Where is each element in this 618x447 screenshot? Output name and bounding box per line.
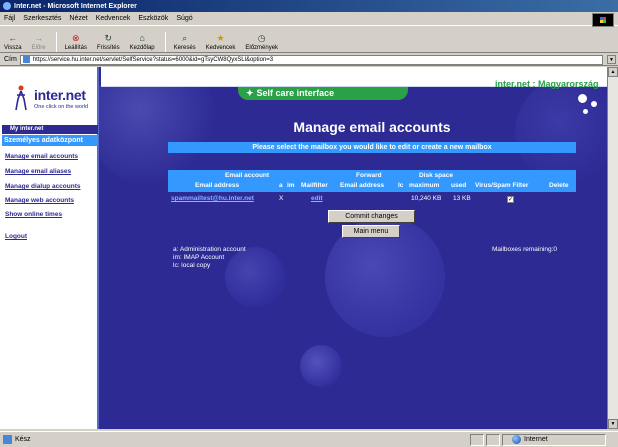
favorites-button[interactable]: ★ Kedvencek [206, 32, 236, 52]
window-title: Inter.net - Microsoft Internet Explorer [14, 2, 137, 10]
decor-dot [591, 101, 597, 107]
globe-icon [512, 435, 521, 444]
menu-favorites[interactable]: Kedvencek [96, 15, 131, 22]
legend-item: im: IMAP Account [173, 254, 225, 261]
selfcare-tab: ✦ Self care interface [238, 87, 408, 100]
menu-file[interactable]: Fájl [4, 15, 15, 22]
home-icon: ⌂ [139, 33, 145, 43]
address-dropdown-button[interactable]: ▼ [607, 55, 616, 64]
col-mailfilter: Mailfilter [301, 182, 328, 189]
sidebar: inter.net One click on the world My inte… [0, 67, 99, 429]
address-url: https://service.hu.inter.net/servlet/Sel… [32, 56, 274, 63]
my-internet-label: My inter.net [2, 125, 98, 134]
virus-spam-checkbox[interactable]: ✓ [507, 196, 514, 203]
page-icon [22, 56, 30, 63]
windows-logo-icon [592, 13, 614, 27]
refresh-button[interactable]: ↻ Frissítés [97, 32, 120, 52]
address-input[interactable]: https://service.hu.inter.net/servlet/Sel… [19, 54, 603, 65]
history-button[interactable]: ◷ Előzmények [245, 32, 278, 52]
col-used: used [451, 182, 467, 189]
cell-used: 13 KB [453, 195, 471, 202]
back-icon: ← [8, 33, 18, 43]
menu-bar: Fájl Szerkesztés Nézet Kedvencek Eszközö… [0, 12, 618, 26]
group-header-forward: Forward [356, 172, 382, 179]
toolbar: ← Vissza → Előre ⊗ Leállítás ↻ Frissítés… [0, 27, 618, 53]
logo-tagline: One click on the world [34, 104, 89, 110]
col-a: a [279, 182, 283, 189]
menu-help[interactable]: Súgó [176, 15, 192, 22]
group-header-disk-space: Disk space [419, 172, 453, 179]
status-panel [470, 434, 484, 446]
arrow-icon: ✦ [246, 88, 254, 98]
status-bar: Kész Internet [0, 431, 618, 447]
favorites-icon: ★ [216, 32, 225, 43]
nav-manage-email-accounts[interactable]: Manage email accounts [5, 153, 78, 160]
decor-dot [583, 109, 588, 114]
mailboxes-remaining: Mailboxes remaining:0 [492, 246, 558, 253]
commit-changes-button[interactable]: Commit changes [328, 210, 415, 223]
page-icon [3, 435, 12, 444]
col-forward-email: Email address [340, 182, 385, 189]
legend: a: Administration account im: IMAP Accou… [173, 246, 246, 270]
home-button[interactable]: ⌂ Kezdőlap [130, 32, 155, 52]
main-menu-button[interactable]: Main menu [342, 225, 400, 238]
cell-maximum: 10,240 KB [411, 195, 442, 202]
refresh-icon: ↻ [104, 32, 113, 43]
address-bar: Cím https://service.hu.inter.net/servlet… [0, 54, 618, 66]
cell-im: X [279, 195, 284, 202]
menu-tools[interactable]: Eszközök [138, 15, 168, 22]
title-bar: Inter.net - Microsoft Internet Explorer [0, 0, 618, 12]
status-panel [486, 434, 500, 446]
scroll-up-icon[interactable]: ▲ [608, 67, 618, 77]
group-header-email-account: Email account [225, 172, 270, 179]
nav-logout[interactable]: Logout [5, 233, 27, 240]
ie-logo-icon [3, 2, 11, 10]
mailfilter-edit-link[interactable]: edit [311, 195, 323, 202]
security-zone: Internet [512, 435, 548, 444]
toolbar-separator [55, 32, 57, 52]
search-icon: ⌕ [182, 32, 188, 43]
status-text: Kész [15, 436, 31, 443]
nav-show-online-times[interactable]: Show online times [5, 211, 62, 218]
logo-figure-icon [15, 85, 27, 111]
page-viewport: ✦ Self care interface inter.net : Magyaro… [0, 67, 607, 429]
toolbar-separator [164, 32, 166, 52]
col-lc: lc [398, 182, 404, 189]
scroll-down-icon[interactable]: ▼ [608, 419, 618, 429]
section-title: Személyes adatközpont [2, 135, 98, 146]
col-email-address: Email address [195, 182, 240, 189]
col-im: im [287, 182, 295, 189]
vertical-scrollbar[interactable]: ▲ ▼ [607, 67, 618, 429]
table-header: Email account Forward Disk space Email a… [168, 170, 576, 192]
forward-button[interactable]: → Előre [32, 32, 46, 52]
col-virus-spam: Virus/Spam Filter [475, 182, 529, 189]
internet-logo[interactable]: inter.net One click on the world [14, 81, 94, 119]
nav-manage-dialup-accounts[interactable]: Manage dialup accounts [5, 183, 81, 190]
nav-manage-web-accounts[interactable]: Manage web accounts [5, 197, 74, 204]
instruction-bar: Please select the mailbox you would like… [168, 142, 576, 153]
brand-country: inter.net : Magyarország [495, 79, 599, 89]
search-button[interactable]: ⌕ Keresés [174, 32, 196, 52]
forward-icon: → [34, 33, 44, 43]
menu-view[interactable]: Nézet [69, 15, 87, 22]
decor-dot [578, 94, 587, 103]
legend-item: lc: local copy [173, 262, 211, 269]
mailbox-email-link[interactable]: spammailtest@hu.inter.net [171, 195, 254, 202]
address-label: Cím [4, 56, 17, 63]
logo-text: inter.net [34, 87, 86, 103]
col-maximum: maximum [409, 182, 440, 189]
stop-icon: ⊗ [71, 32, 80, 43]
decor-bubble [300, 345, 342, 387]
history-icon: ◷ [257, 32, 266, 43]
nav-manage-email-aliases[interactable]: Manage email aliases [5, 168, 71, 175]
legend-item: a: Administration account [173, 246, 246, 253]
page-title: Manage email accounts [293, 119, 451, 135]
stop-button[interactable]: ⊗ Leállítás [65, 32, 87, 52]
back-button[interactable]: ← Vissza [4, 32, 22, 52]
menu-edit[interactable]: Szerkesztés [23, 15, 61, 22]
col-delete: Delete [549, 182, 569, 189]
